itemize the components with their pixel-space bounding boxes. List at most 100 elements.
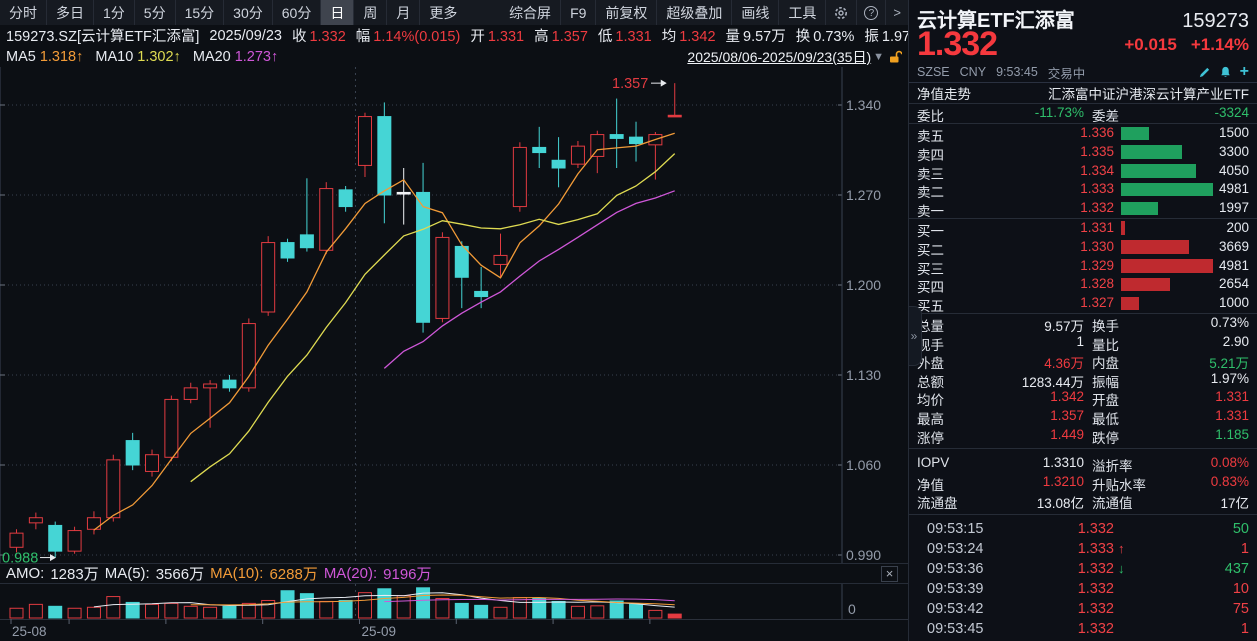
edit-pencil-icon[interactable] [1198, 66, 1211, 79]
tab-monthly[interactable]: 月 [386, 0, 419, 25]
tab-more[interactable]: 更多 [419, 0, 466, 25]
bid1-price[interactable]: 1.331 [1024, 220, 1114, 235]
bid-row-3[interactable]: 买三1.3294981 [909, 257, 1257, 276]
tab-60min[interactable]: 60分 [272, 0, 321, 25]
weicha-value: -3324 [1214, 105, 1249, 120]
svg-text:25-09: 25-09 [361, 624, 396, 639]
bid4-volume-bar [1121, 278, 1170, 292]
stats-row: 总量9.57万换手0.73% [909, 314, 1257, 333]
market-status: 交易中 [1048, 63, 1086, 82]
ask-row-3[interactable]: 卖三1.3344050 [909, 162, 1257, 181]
tick-trade-list[interactable]: 09:53:151.33250 09:53:241.333↑1 09:53:36… [909, 520, 1257, 640]
svg-text:1.130: 1.130 [846, 367, 881, 383]
candlestick-svg: 1.3401.2701.2001.1301.0600.9901.3570.988 [0, 67, 908, 563]
bid-row-5[interactable]: 买五1.3271000 [909, 294, 1257, 313]
bid2-volume-bar [1121, 240, 1189, 254]
tab-daily[interactable]: 日 [320, 0, 353, 25]
change-pair: 幅1.14%(0.015) [356, 25, 461, 46]
menu-forward-adjust[interactable]: 前复权 [595, 0, 656, 25]
ticks-divider [909, 514, 1257, 515]
add-plus-icon[interactable]: + [1240, 66, 1249, 78]
volume-svg: 0 [0, 584, 908, 619]
currency-label: CNY [960, 65, 986, 79]
main-candlestick-chart[interactable]: 1.3401.2701.2001.1301.0600.9901.3570.988 [0, 67, 908, 563]
ask4-price[interactable]: 1.335 [1024, 144, 1114, 159]
dropdown-arrow-icon[interactable]: ▼ [873, 51, 884, 63]
bid5-volume: 1000 [1219, 295, 1249, 310]
x-axis-row: 25-08 25-09 [0, 619, 908, 641]
bid3-volume-bar [1121, 259, 1213, 273]
weibi-label: 委比 [917, 105, 944, 125]
unlock-icon[interactable] [888, 50, 902, 64]
menu-tools[interactable]: 工具 [778, 0, 825, 25]
volume-indicator-row: AMO: 1283万 MA(5): 3566万 MA(10): 6288万 MA… [0, 563, 908, 584]
tick-row: 09:53:151.33250 [909, 520, 1257, 540]
svg-text:1.340: 1.340 [846, 97, 881, 113]
ask1-price[interactable]: 1.332 [1024, 200, 1114, 215]
bid5-price[interactable]: 1.327 [1024, 295, 1114, 310]
menu-super-overlay[interactable]: 超级叠加 [656, 0, 731, 25]
help-icon[interactable]: ? [856, 0, 885, 25]
period-toolbar: 分时 多日 1分 5分 15分 30分 60分 日 周 月 更多 综合屏 F9 … [0, 0, 908, 25]
ask3-price[interactable]: 1.334 [1024, 163, 1114, 178]
high-pair: 高1.357 [534, 25, 588, 46]
ma20-value: 1.273↑ [235, 49, 279, 65]
close-indicator-icon[interactable]: × [881, 566, 898, 582]
bid4-volume: 2654 [1219, 276, 1249, 291]
stats-row: 均价1.342开盘1.331 [909, 388, 1257, 407]
bid-row-2[interactable]: 买二1.3303669 [909, 238, 1257, 257]
chevron-glyph: > [893, 5, 901, 20]
ask-row-2[interactable]: 卖二1.3334981 [909, 180, 1257, 199]
bid1-volume-bar [1121, 221, 1125, 235]
quote-info-row: 159273.SZ[云计算ETF汇添富] 2025/09/23 收1.332 幅… [0, 25, 908, 46]
vol-ma20-value: 9196万 [383, 563, 431, 584]
up-arrow-icon: ↑ [1118, 541, 1125, 556]
menubar-spacer [466, 0, 500, 25]
bid3-volume: 4981 [1219, 258, 1249, 273]
vol-ma5-value: 3566万 [156, 563, 204, 584]
nav-trend-label[interactable]: 净值走势 [917, 83, 971, 103]
bid-row-1[interactable]: 买一1.331200 [909, 219, 1257, 238]
price-change-pct: +1.14% [1191, 35, 1249, 55]
chevron-right-icon[interactable]: > [885, 0, 908, 25]
ask-row-4[interactable]: 卖四1.3353300 [909, 143, 1257, 162]
ask4-volume: 3300 [1219, 144, 1249, 159]
tab-duori[interactable]: 多日 [46, 0, 93, 25]
tab-30min[interactable]: 30分 [223, 0, 272, 25]
tab-1min[interactable]: 1分 [93, 0, 134, 25]
panel-collapse-handle[interactable]: » [908, 306, 922, 366]
tab-15min[interactable]: 15分 [175, 0, 224, 25]
settings-gear-icon[interactable] [825, 0, 856, 25]
tab-weekly[interactable]: 周 [353, 0, 386, 25]
vol-ma10-label: MA(10): [210, 565, 263, 582]
weicha-label: 委差 [1092, 105, 1119, 125]
last-price: 1.332 [917, 25, 997, 64]
tick-row: 09:53:241.333↑1 [909, 540, 1257, 560]
menu-composite-screen[interactable]: 综合屏 [500, 0, 560, 25]
volume-pane[interactable]: 0 [0, 584, 908, 619]
ask-row-5[interactable]: 卖五1.3361500 [909, 124, 1257, 143]
fund-full-name: 汇添富中证沪港深云计算产业ETF [1048, 83, 1249, 103]
menu-draw-line[interactable]: 画线 [731, 0, 778, 25]
bid-row-4[interactable]: 买四1.3282654 [909, 275, 1257, 294]
ma10-label: MA10 [95, 49, 133, 65]
ask5-price[interactable]: 1.336 [1024, 125, 1114, 140]
tab-fenshi[interactable]: 分时 [0, 0, 46, 25]
alert-bell-icon[interactable] [1219, 66, 1232, 79]
float-row: 流通盘13.08亿流通值17亿 [909, 491, 1257, 510]
bid2-price[interactable]: 1.330 [1024, 239, 1114, 254]
help-glyph: ? [864, 6, 878, 20]
bid4-price[interactable]: 1.328 [1024, 276, 1114, 291]
bid3-price[interactable]: 1.329 [1024, 258, 1114, 273]
volume-pair: 量9.57万 [726, 25, 786, 46]
menu-f9[interactable]: F9 [560, 0, 595, 25]
ask-row-1[interactable]: 卖一1.3321997 [909, 199, 1257, 218]
iopv-row: IOPV1.3310溢折率0.08% [909, 454, 1257, 473]
ask3-volume-bar [1121, 164, 1196, 178]
ask2-price[interactable]: 1.333 [1024, 181, 1114, 196]
svg-text:25-08: 25-08 [12, 624, 47, 639]
date-range-selector[interactable]: 2025/08/06-2025/09/23(35日) [687, 47, 871, 67]
svg-text:1.357: 1.357 [612, 76, 648, 92]
tab-5min[interactable]: 5分 [134, 0, 175, 25]
amo-label: AMO: [6, 565, 44, 582]
